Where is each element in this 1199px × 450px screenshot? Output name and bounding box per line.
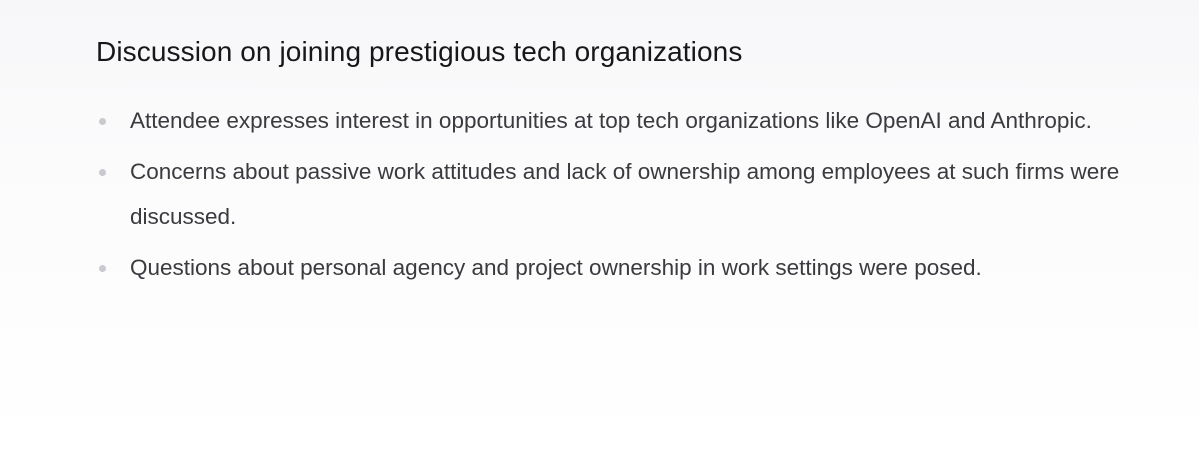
- list-item-text: Concerns about passive work attitudes an…: [130, 159, 1120, 229]
- list-item: Questions about personal agency and proj…: [96, 245, 1136, 290]
- list-item-text: Attendee expresses interest in opportuni…: [130, 108, 1092, 133]
- bullet-dot-icon: [99, 169, 106, 176]
- list-item: Concerns about passive work attitudes an…: [96, 149, 1136, 239]
- bullet-dot-icon: [99, 118, 106, 125]
- bullet-dot-icon: [99, 265, 106, 272]
- section-title: Discussion on joining prestigious tech o…: [96, 36, 743, 67]
- notes-section: Discussion on joining prestigious tech o…: [96, 30, 1136, 296]
- list-item: Attendee expresses interest in opportuni…: [96, 98, 1136, 143]
- list-item-text: Questions about personal agency and proj…: [130, 255, 982, 280]
- bullet-list: Attendee expresses interest in opportuni…: [96, 98, 1136, 290]
